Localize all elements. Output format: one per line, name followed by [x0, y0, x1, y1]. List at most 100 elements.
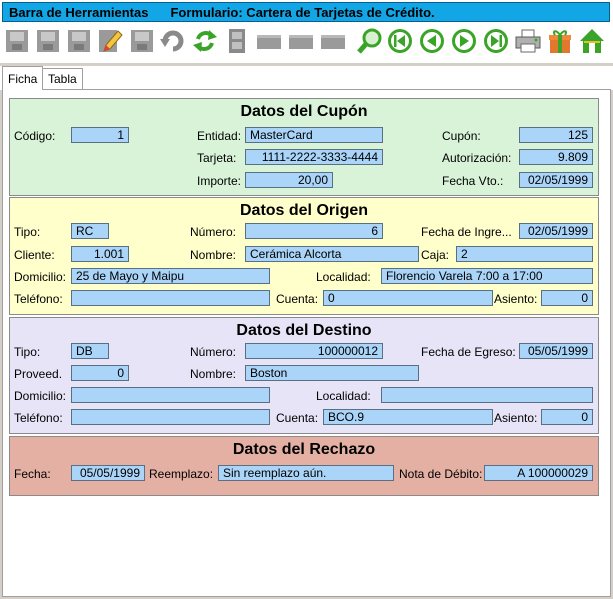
fecha-vto-field[interactable]: 02/05/1999	[519, 172, 593, 188]
rechazo-title: Datos del Rechazo	[232, 441, 376, 458]
destino-nombre-field[interactable]: Boston	[245, 365, 419, 381]
origen-cuenta-field[interactable]: 0	[323, 290, 493, 306]
home-button[interactable]	[577, 26, 607, 56]
rechazo-fecha-field[interactable]: 05/05/1999	[71, 465, 145, 481]
new-button[interactable]	[2, 26, 32, 56]
reemplazo-field[interactable]: Sin reemplazo aún.	[218, 465, 394, 481]
blank-icon-1	[257, 35, 281, 49]
cupon-field[interactable]: 125	[519, 127, 593, 143]
tab-strip: Ficha Tabla	[0, 66, 613, 90]
panel-origen: Datos del Origen Tipo: RC Número: 6 Fech…	[9, 197, 599, 315]
new-icon	[6, 30, 28, 52]
copy-icon	[131, 30, 153, 52]
proveed-field[interactable]: 0	[71, 365, 129, 381]
tab-tabla[interactable]: Tabla	[42, 68, 83, 89]
origen-title: Datos del Origen	[239, 202, 369, 219]
cliente-label: Cliente:	[14, 248, 55, 262]
fecha-ingreso-label: Fecha de Ingre...	[421, 225, 512, 239]
blank-button-1[interactable]	[254, 26, 284, 56]
refresh-button[interactable]	[190, 26, 220, 56]
tarjeta-field[interactable]: 1111-2222-3333-4444	[245, 149, 383, 165]
refresh-icon	[193, 30, 217, 52]
destino-cuenta-field[interactable]: BCO.9	[323, 409, 493, 425]
origen-nombre-field[interactable]: Cerámica Alcorta	[245, 246, 419, 262]
next-icon	[452, 29, 476, 53]
destino-domicilio-field[interactable]	[71, 387, 270, 403]
entidad-field[interactable]: MasterCard	[245, 127, 383, 143]
tab-ficha[interactable]: Ficha	[2, 66, 44, 90]
last-record-button[interactable]	[481, 26, 511, 56]
destino-telefono-label: Teléfono:	[14, 411, 63, 425]
caja-field[interactable]: 2	[456, 246, 593, 262]
fecha-ingreso-field[interactable]: 02/05/1999	[519, 223, 593, 239]
autorizacion-label: Autorización:	[442, 151, 512, 165]
codigo-field[interactable]: 1	[71, 127, 129, 143]
autorizacion-field[interactable]: 9.809	[519, 149, 593, 165]
panel-destino: Datos del Destino Tipo: DB Número: 10000…	[9, 317, 599, 434]
panel-rechazo: Datos del Rechazo Fecha: 05/05/1999 Reem…	[9, 436, 599, 496]
destino-domicilio-label: Domicilio:	[14, 389, 67, 403]
rechazo-fecha-label: Fecha:	[14, 467, 51, 481]
tab-tabla-label: Tabla	[48, 72, 77, 86]
blank-button-2[interactable]	[286, 26, 316, 56]
blank-icon-2	[289, 35, 313, 49]
last-icon	[484, 29, 508, 53]
toolbar	[0, 23, 613, 63]
entidad-label: Entidad:	[197, 129, 242, 143]
nota-debito-field[interactable]: A 100000029	[484, 465, 593, 481]
panel-cupon: Datos del Cupón Código: 1 Entidad: Maste…	[9, 98, 599, 196]
gift-button[interactable]	[545, 26, 575, 56]
edit-icon	[99, 30, 123, 52]
fecha-egreso-field[interactable]: 05/05/1999	[519, 343, 593, 359]
importe-field[interactable]: 20,00	[245, 172, 333, 188]
save-button[interactable]	[64, 26, 94, 56]
destino-localidad-field[interactable]	[381, 387, 593, 403]
destino-tipo-field[interactable]: DB	[71, 343, 109, 359]
save-icon	[68, 30, 90, 52]
copy-button[interactable]	[127, 26, 157, 56]
blank-button-3[interactable]	[318, 26, 348, 56]
undo-button[interactable]	[158, 26, 188, 56]
delete-button[interactable]	[33, 26, 63, 56]
form-content: Datos del Cupón Código: 1 Entidad: Maste…	[2, 89, 611, 597]
origen-tipo-label: Tipo:	[14, 225, 41, 239]
origen-cuenta-label: Cuenta:	[276, 292, 319, 306]
print-icon	[515, 29, 541, 53]
origen-localidad-label: Localidad:	[316, 270, 371, 284]
tarjeta-label: Tarjeta:	[197, 151, 237, 165]
destino-tipo-label: Tipo:	[14, 345, 41, 359]
destino-numero-label: Número:	[190, 345, 237, 359]
cliente-field[interactable]: 1.001	[71, 246, 129, 262]
origen-localidad-field[interactable]: Florencio Varela 7:00 a 17:00	[381, 268, 593, 284]
print-button[interactable]	[513, 26, 543, 56]
proveed-label: Proveed.	[14, 367, 63, 381]
destino-telefono-field[interactable]	[71, 409, 270, 425]
reemplazo-label: Reemplazo:	[149, 467, 214, 481]
origen-domicilio-field[interactable]: 25 de Mayo y Maipu	[71, 268, 270, 284]
origen-telefono-field[interactable]	[71, 290, 270, 306]
codigo-label: Código:	[14, 129, 56, 143]
destino-numero-field[interactable]: 100000012	[245, 343, 383, 359]
caja-label: Caja:	[421, 248, 450, 262]
cupon-title: Datos del Cupón	[240, 103, 368, 120]
origen-numero-field[interactable]: 6	[245, 223, 383, 239]
destino-title: Datos del Destino	[236, 322, 372, 339]
origen-asiento-field[interactable]: 0	[541, 290, 593, 306]
film-button[interactable]	[222, 26, 252, 56]
title-strip: Barra de Herramientas Formulario: Carter…	[2, 2, 610, 22]
prev-record-button[interactable]	[417, 26, 447, 56]
origen-tipo-field[interactable]: RC	[71, 223, 109, 239]
next-record-button[interactable]	[449, 26, 479, 56]
origen-nombre-label: Nombre:	[190, 248, 237, 262]
fecha-egreso-label: Fecha de Egreso:	[421, 345, 516, 359]
origen-asiento-label: Asiento:	[494, 292, 538, 306]
origen-telefono-label: Teléfono:	[14, 292, 63, 306]
search-button[interactable]	[355, 26, 385, 56]
nota-debito-label: Nota de Débito:	[399, 467, 483, 481]
undo-icon	[160, 30, 184, 52]
first-record-button[interactable]	[385, 26, 415, 56]
destino-asiento-field[interactable]: 0	[541, 409, 593, 425]
edit-button[interactable]	[95, 26, 125, 56]
destino-cuenta-label: Cuenta:	[276, 411, 319, 425]
destino-nombre-label: Nombre:	[190, 367, 237, 381]
